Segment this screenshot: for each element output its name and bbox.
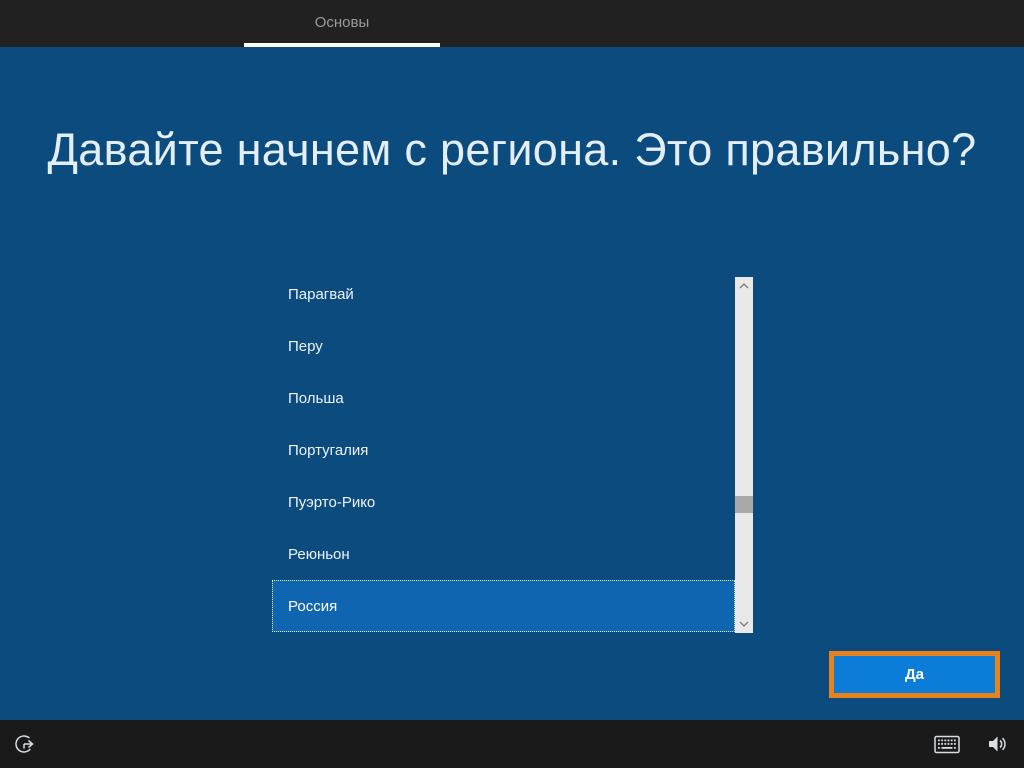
region-label: Португалия [288, 442, 368, 459]
oobe-region-screen: { "topbar": { "tab_label": "Основы" }, "… [0, 0, 1024, 768]
annotation-highlight-box: Да [829, 651, 1000, 698]
keyboard-icon[interactable] [934, 735, 960, 754]
tab-basics[interactable]: Основы [244, 0, 440, 43]
region-label: Россия [288, 598, 337, 615]
region-list-scrollbar[interactable] [735, 277, 753, 633]
region-list-item[interactable]: Перу [272, 320, 735, 372]
region-label: Реюньон [288, 546, 350, 563]
region-list-item[interactable]: Португалия [272, 424, 735, 476]
tab-underline [244, 43, 440, 47]
region-list-item[interactable]: Пуэрто-Рико [272, 476, 735, 528]
page-title: Давайте начнем с региона. Это правильно? [0, 124, 1024, 176]
topbar: Основы [0, 0, 1024, 47]
region-list-item[interactable]: Парагвай [272, 268, 735, 320]
region-list-item[interactable]: Россия [272, 580, 735, 632]
scrollbar-up-icon[interactable] [735, 279, 753, 293]
region-list-item[interactable]: Реюньон [272, 528, 735, 580]
region-label: Польша [288, 390, 344, 407]
footer-bar [0, 720, 1024, 768]
region-label: Парагвай [288, 286, 354, 303]
scrollbar-down-icon[interactable] [735, 617, 753, 631]
region-list-item[interactable]: Польша [272, 372, 735, 424]
ease-of-access-icon[interactable] [12, 732, 36, 756]
volume-icon[interactable] [985, 733, 1009, 755]
region-list: Парагвай Перу Польша Португалия Пуэрто-Р… [272, 268, 735, 632]
yes-button[interactable]: Да [834, 656, 995, 693]
region-label: Перу [288, 338, 323, 355]
region-label: Пуэрто-Рико [288, 494, 375, 511]
scrollbar-thumb[interactable] [735, 496, 753, 513]
